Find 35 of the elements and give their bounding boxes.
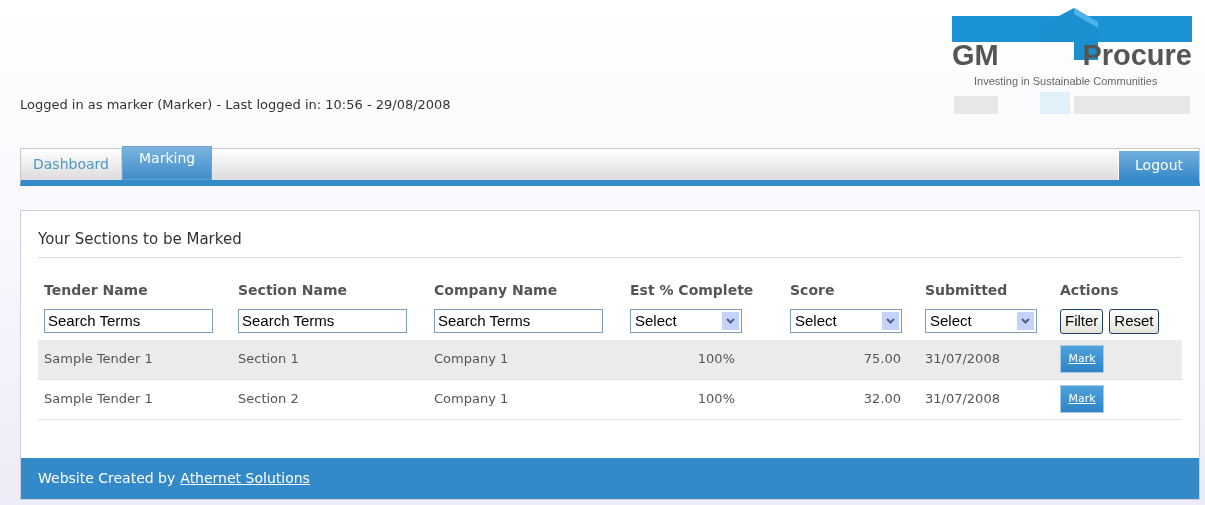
- login-info: Logged in as marker (Marker) - Last logged in: 10:56 - 29/08/2008: [20, 96, 451, 114]
- chevron-down-icon: [1017, 312, 1034, 330]
- search-field[interactable]: Search Terms: [434, 308, 603, 333]
- column-header: Est % Complete: [630, 280, 755, 300]
- table-cell-text: Sample Tender 1: [44, 350, 154, 369]
- table-cell: 32.00: [863, 391, 901, 407]
- select-dropdown[interactable]: Select: [790, 309, 902, 333]
- search-field[interactable]: Search Terms: [238, 308, 407, 333]
- table-cell-text: 31/07/2008: [925, 390, 1001, 409]
- logo: GM Procure Investing in Sustainable Communities: [952, 8, 1192, 123]
- filter-button[interactable]: Filter: [1060, 308, 1104, 334]
- select-dropdown[interactable]: Select: [630, 309, 742, 333]
- table-cell-text: Section 1: [238, 350, 300, 369]
- table-cell: 75.00: [863, 351, 901, 367]
- table-cell-text: Company 1: [434, 390, 510, 409]
- column-header: Tender Name: [44, 280, 149, 300]
- footer-text: Website Created by: [38, 469, 176, 488]
- column-header: Submitted: [925, 280, 1009, 300]
- column-header: Score: [790, 280, 836, 300]
- select-dropdown[interactable]: Select: [925, 309, 1037, 333]
- table-cell: 100%: [697, 351, 735, 367]
- chevron-down-icon: [882, 312, 899, 330]
- column-header: Company Name: [434, 280, 559, 300]
- table-cell-text: 31/07/2008: [925, 350, 1001, 369]
- table-cell: 100%: [697, 391, 735, 407]
- footer-link[interactable]: Athernet Solutions: [180, 468, 310, 489]
- table-cell-text: Sample Tender 1: [44, 390, 154, 409]
- panel-title: Your Sections to be Marked: [38, 228, 1182, 258]
- chevron-down-icon: [722, 312, 739, 330]
- table-cell-text: Section 2: [238, 390, 300, 409]
- reset-button[interactable]: Reset: [1109, 308, 1159, 334]
- table-cell-text: Company 1: [434, 350, 510, 369]
- search-field[interactable]: Search Terms: [44, 308, 213, 333]
- column-header: Section Name: [238, 280, 349, 300]
- column-header: Actions: [1060, 280, 1120, 300]
